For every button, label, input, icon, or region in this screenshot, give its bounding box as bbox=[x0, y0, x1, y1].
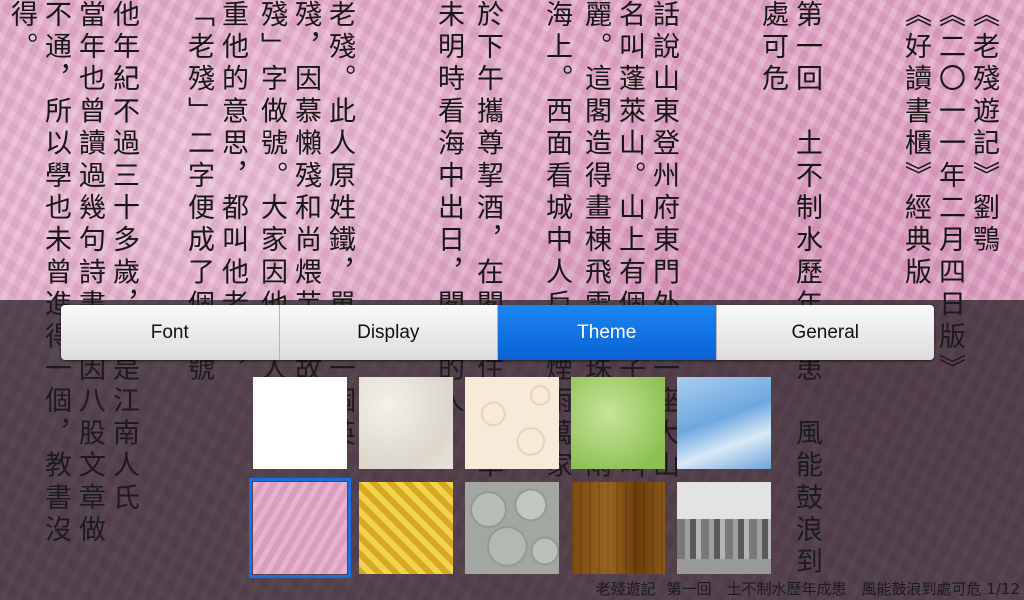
status-book-title: 老殘遊記 bbox=[595, 580, 656, 598]
text-column: 得。 bbox=[6, 0, 37, 65]
theme-swatch-white[interactable] bbox=[253, 377, 347, 469]
status-page: 1/12 bbox=[986, 580, 1020, 598]
text-column: 《老殘遊記》劉鶚 bbox=[968, 0, 999, 258]
theme-swatch-stone[interactable] bbox=[465, 482, 559, 574]
tab-display[interactable]: Display bbox=[279, 305, 498, 360]
theme-swatch-pink-paper[interactable] bbox=[249, 478, 351, 578]
status-bar: 老殘遊記 第一回 土不制水歷年成患 風能鼓浪到處可危 1/12 bbox=[596, 578, 1020, 600]
tab-font[interactable]: Font bbox=[61, 305, 280, 360]
theme-swatch-green-stars[interactable] bbox=[571, 377, 665, 469]
theme-swatch-swirl[interactable] bbox=[465, 377, 559, 469]
theme-swatch-gold-weave[interactable] bbox=[359, 482, 453, 574]
status-chapter: 第一回 土不制水歷年成患 風能鼓浪到處可危 bbox=[666, 580, 982, 598]
theme-swatch-sky[interactable] bbox=[677, 377, 771, 469]
theme-swatch-city[interactable] bbox=[677, 482, 771, 574]
theme-swatch-wood[interactable] bbox=[571, 482, 665, 574]
tab-theme[interactable]: Theme bbox=[498, 305, 717, 360]
theme-swatch-marble[interactable] bbox=[359, 377, 453, 469]
settings-tabs: Font Display Theme General bbox=[61, 305, 934, 360]
text-column: 《好讀書櫃》經典版 bbox=[900, 0, 931, 290]
tab-general[interactable]: General bbox=[716, 305, 934, 360]
text-column: 處可危 bbox=[757, 0, 788, 97]
